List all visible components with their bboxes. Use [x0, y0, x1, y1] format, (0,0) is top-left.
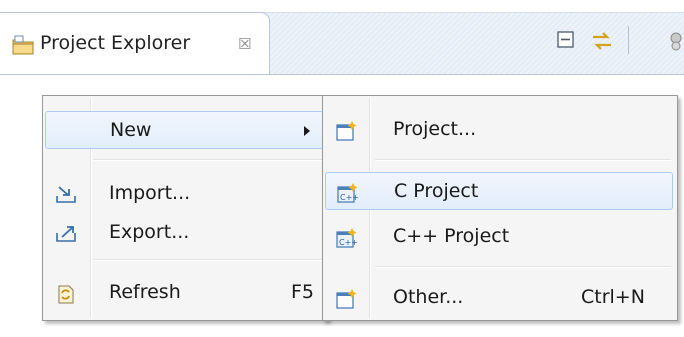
submenu-item-c-project[interactable]: C++ C Project [325, 172, 673, 210]
menu-separator [93, 159, 325, 161]
menu-item-accelerator: Ctrl+N [581, 286, 645, 308]
menu-item-accelerator: F5 [291, 281, 315, 303]
view-title: Project Explorer [40, 32, 191, 54]
new-submenu: Project... C++ C Project C++ C++ Project [322, 95, 678, 321]
new-wizard-icon [335, 288, 359, 315]
menu-item-label: Import... [109, 182, 191, 204]
context-menu: New Import... Export... Refresh F5 [42, 95, 328, 321]
collapse-all-icon[interactable] [556, 30, 576, 55]
folder-icon [11, 35, 35, 62]
project-explorer-view-header: Project Explorer ☒ [0, 0, 684, 76]
new-project-icon [335, 120, 359, 147]
submenu-item-cpp-project[interactable]: C++ C++ Project [325, 218, 673, 256]
submenu-item-project[interactable]: Project... [325, 111, 673, 149]
view-menu-icon[interactable] [668, 30, 684, 57]
submenu-arrow-icon [304, 126, 310, 136]
link-with-editor-icon[interactable] [590, 30, 614, 57]
menu-item-label: Other... [393, 286, 464, 308]
menu-separator [375, 159, 671, 161]
menu-separator [93, 259, 325, 261]
cpp-project-icon: C++ [335, 227, 359, 254]
menu-item-label: Refresh [109, 281, 181, 303]
menu-item-refresh[interactable]: Refresh F5 [45, 274, 325, 312]
c-project-icon: C++ [336, 182, 360, 209]
menu-item-label: Export... [109, 221, 190, 243]
menu-item-new[interactable]: New [45, 111, 325, 149]
menu-separator [375, 266, 671, 268]
menu-item-import[interactable]: Import... [45, 175, 325, 213]
import-icon [55, 184, 77, 209]
menu-item-label: New [110, 119, 152, 141]
svg-text:C++: C++ [339, 238, 358, 247]
submenu-item-other[interactable]: Other... Ctrl+N [325, 279, 673, 317]
toolbar-separator [628, 26, 629, 54]
svg-text:C++: C++ [340, 193, 359, 202]
menu-item-export[interactable]: Export... [45, 214, 325, 252]
refresh-icon [55, 283, 77, 310]
menu-item-label: C Project [394, 180, 479, 202]
menu-item-label: C++ Project [393, 225, 510, 247]
project-explorer-tab[interactable]: Project Explorer ☒ [0, 12, 270, 75]
close-icon[interactable]: ☒ [238, 35, 251, 53]
menu-item-label: Project... [393, 118, 477, 140]
export-icon [55, 223, 77, 248]
